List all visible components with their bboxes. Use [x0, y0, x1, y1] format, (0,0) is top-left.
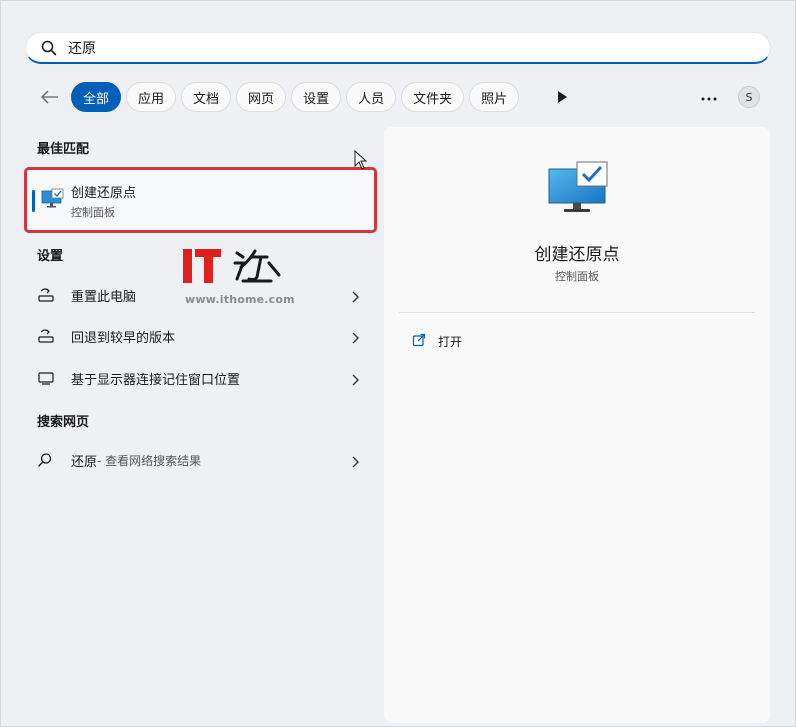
filter-chip-documents[interactable]: 文档: [181, 82, 232, 112]
settings-item-go-back[interactable]: 回退到较早的版本: [37, 321, 367, 351]
filter-chip-folders[interactable]: 文件夹: [401, 82, 465, 112]
filter-bar: 全部 应用 文档 网页 设置 人员 文件夹 照片: [37, 80, 524, 114]
monitor-icon: [37, 371, 59, 385]
open-action-label: 打开: [438, 335, 463, 349]
filter-chip-apps[interactable]: 应用: [126, 82, 177, 112]
chevron-right-icon: [351, 288, 359, 307]
start-search-window: 还原 全部 应用 文档 网页 设置 人员 文件夹 照片 S 最佳匹配 创建还原点…: [0, 0, 796, 727]
selection-indicator: [32, 190, 35, 212]
filter-chip-all[interactable]: 全部: [71, 82, 122, 112]
restore-point-app-icon: [547, 161, 609, 221]
search-box[interactable]: 还原: [25, 32, 771, 64]
best-match-source: 控制面板: [71, 206, 115, 219]
more-options-icon[interactable]: [701, 87, 717, 106]
search-icon: [37, 452, 59, 468]
chevron-right-icon: [351, 371, 359, 390]
settings-item-label: 回退到较早的版本: [71, 330, 176, 346]
settings-item-reset-pc[interactable]: 重置此电脑: [37, 280, 367, 310]
divider: [399, 312, 755, 313]
back-arrow-icon[interactable]: [37, 84, 63, 110]
open-action[interactable]: 打开: [412, 332, 462, 351]
best-match-result[interactable]: 创建还原点 控制面板: [24, 167, 377, 233]
reset-pc-icon: [37, 328, 59, 344]
reset-pc-icon: [37, 287, 59, 303]
web-search-result[interactable]: 还原 - 查看网络搜索结果: [37, 445, 367, 475]
best-match-heading: 最佳匹配: [37, 142, 90, 157]
web-search-heading: 搜索网页: [37, 415, 90, 430]
more-filters-play-icon[interactable]: [556, 89, 570, 103]
detail-source: 控制面板: [555, 270, 599, 283]
filter-chip-people[interactable]: 人员: [346, 82, 397, 112]
filter-chip-settings[interactable]: 设置: [291, 82, 342, 112]
open-external-icon: [412, 332, 426, 351]
best-match-name: 创建还原点: [71, 186, 137, 201]
settings-item-window-position[interactable]: 基于显示器连接记住窗口位置: [37, 363, 367, 393]
filter-chip-photos[interactable]: 照片: [469, 82, 520, 112]
detail-title: 创建还原点: [534, 245, 620, 265]
settings-item-label: 基于显示器连接记住窗口位置: [71, 372, 241, 388]
mouse-cursor-icon: [354, 149, 368, 174]
chevron-right-icon: [351, 329, 359, 348]
restore-point-app-icon: [41, 188, 65, 214]
detail-panel: 创建还原点 控制面板 打开: [384, 127, 770, 723]
web-search-query: 还原: [71, 454, 98, 470]
account-avatar[interactable]: S: [738, 86, 760, 108]
settings-heading: 设置: [37, 249, 64, 264]
filter-chip-web[interactable]: 网页: [236, 82, 287, 112]
chevron-right-icon: [351, 453, 359, 472]
web-search-hint: - 查看网络搜索结果: [97, 453, 202, 468]
search-icon: [40, 39, 58, 57]
search-input[interactable]: 还原: [68, 38, 96, 58]
settings-item-label: 重置此电脑: [71, 289, 137, 305]
